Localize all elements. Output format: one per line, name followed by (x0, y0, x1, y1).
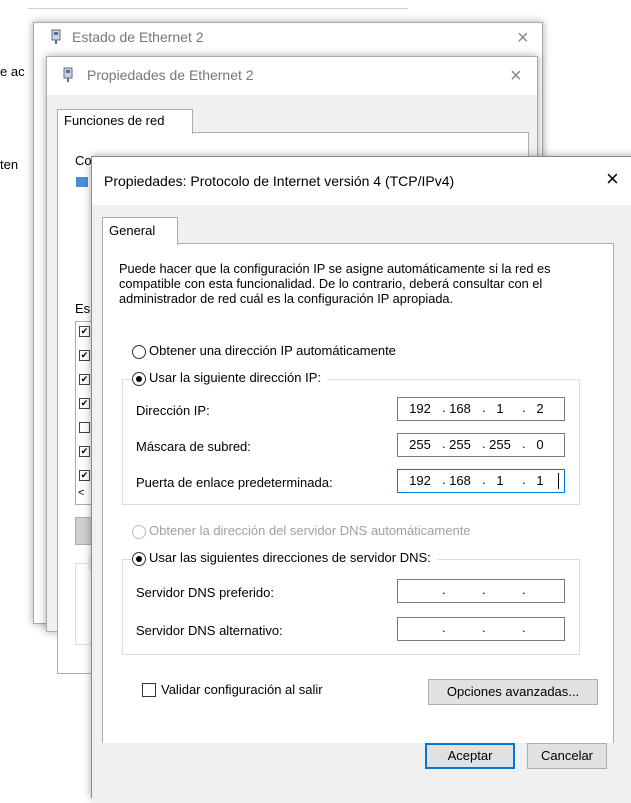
alternate-dns-field[interactable]: . . . (397, 617, 565, 641)
component-checkbox[interactable]: ✔ (79, 326, 90, 337)
auto-ip-radio[interactable] (132, 345, 146, 359)
alternate-dns-label: Servidor DNS alternativo: (136, 623, 283, 638)
status-window-title: Estado de Ethernet 2 (72, 29, 204, 45)
gateway-field[interactable]: 192 . 168 . 1 . 1 (397, 469, 565, 493)
ip-address-octet-2: 168 (449, 401, 471, 416)
preferred-dns-label: Servidor DNS preferido: (136, 585, 274, 600)
ip-address-field[interactable]: 192 . 168 . 1 . 2 (397, 397, 565, 421)
properties-close-icon[interactable]: × (510, 64, 522, 88)
auto-dns-label[interactable]: Obtener la dirección del servidor DNS au… (149, 523, 471, 538)
preferred-dns-field[interactable]: . . . (397, 579, 565, 603)
manual-dns-radio[interactable] (132, 552, 146, 566)
items-label: Es (75, 301, 91, 316)
tab-networking-label: Funciones de red (64, 113, 165, 128)
manual-ip-label[interactable]: Usar la siguiente dirección IP: (147, 370, 327, 385)
component-checkbox[interactable]: ✔ (79, 350, 90, 361)
subnet-octet-2: 255 (449, 437, 471, 452)
ipv4-footer: Aceptar Cancelar (92, 743, 631, 803)
ip-separator: . (442, 582, 446, 597)
ip-address-octet-4: 2 (536, 401, 544, 416)
text-cursor (558, 473, 559, 489)
gateway-octet-4: 1 (536, 473, 544, 488)
background-text-2: ten (0, 157, 19, 172)
component-checkbox[interactable]: ✔ (79, 398, 90, 409)
status-close-icon[interactable]: × (517, 26, 529, 50)
ip-address-octet-3: 1 (496, 401, 504, 416)
ip-separator: . (482, 620, 486, 635)
component-checkbox[interactable]: ✔ (79, 470, 90, 481)
subnet-octet-4: 0 (536, 437, 544, 452)
ipv4-description: Puede hacer que la configuración IP se a… (119, 261, 551, 306)
subnet-octet-3: 255 (489, 437, 511, 452)
ipv4-titlebar: Propiedades: Protocolo de Internet versi… (92, 157, 631, 205)
tab-general-label: General (109, 223, 156, 238)
network-adapter-icon (50, 29, 62, 48)
ipv4-dialog: Propiedades: Protocolo de Internet versi… (91, 156, 631, 803)
ip-separator: . (482, 582, 486, 597)
subnet-mask-field[interactable]: 255 . 255 . 255 . 0 (397, 433, 565, 457)
status-titlebar: Estado de Ethernet 2 × (34, 23, 542, 53)
advanced-button[interactable]: Opciones avanzadas... (428, 679, 598, 705)
manual-ip-radio[interactable] (132, 372, 146, 386)
manual-dns-label[interactable]: Usar las siguientes direcciones de servi… (147, 550, 437, 565)
ipv4-body: General Puede hacer que la configuración… (92, 205, 631, 797)
background-top-line (28, 8, 408, 9)
tab-general[interactable]: General (102, 217, 178, 245)
gateway-octet-1: 192 (409, 473, 431, 488)
ipv4-dialog-title: Propiedades: Protocolo de Internet versi… (104, 173, 455, 189)
component-checkbox[interactable]: ✔ (79, 374, 90, 385)
subnet-mask-label: Máscara de subred: (136, 439, 251, 454)
tab-networking[interactable]: Funciones de red (57, 109, 193, 134)
properties-titlebar: Propiedades de Ethernet 2 × (47, 57, 537, 95)
properties-window-title: Propiedades de Ethernet 2 (87, 67, 254, 83)
ip-separator: . (522, 620, 526, 635)
validate-checkbox[interactable] (142, 683, 156, 697)
subnet-octet-1: 255 (409, 437, 431, 452)
gateway-octet-3: 1 (496, 473, 504, 488)
ip-address-octet-1: 192 (409, 401, 431, 416)
component-checkbox[interactable] (79, 422, 90, 433)
ipv4-close-icon[interactable]: × (606, 167, 619, 191)
ok-button[interactable]: Aceptar (425, 743, 515, 769)
scroll-left-icon[interactable]: < (78, 487, 84, 499)
component-checkbox[interactable]: ✔ (79, 446, 90, 457)
background-text-1: e ac (0, 64, 25, 79)
validate-label[interactable]: Validar configuración al salir (161, 682, 323, 697)
adapter-icon (75, 175, 89, 194)
gateway-label: Puerta de enlace predeterminada: (136, 475, 333, 490)
ip-address-label: Dirección IP: (136, 403, 210, 418)
ip-separator: . (522, 582, 526, 597)
gateway-octet-2: 168 (449, 473, 471, 488)
ip-separator: . (442, 620, 446, 635)
network-adapter-icon (62, 67, 74, 86)
auto-ip-label[interactable]: Obtener una dirección IP automáticamente (149, 343, 396, 358)
cancel-button[interactable]: Cancelar (527, 743, 607, 769)
auto-dns-radio[interactable] (132, 525, 146, 539)
